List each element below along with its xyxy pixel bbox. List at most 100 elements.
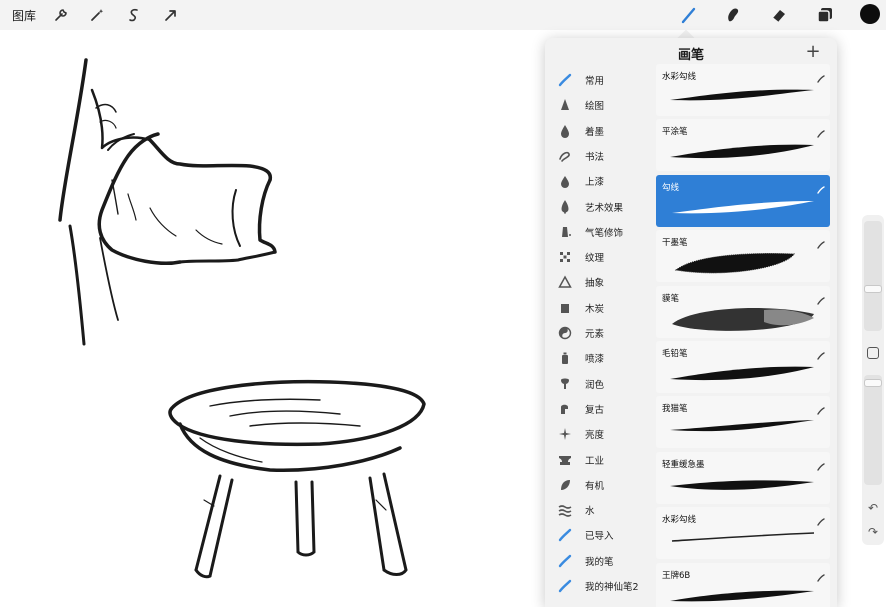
- brush-name: 貘笔: [662, 293, 680, 304]
- brush-stroke-icon: [817, 567, 825, 582]
- brush-category-item[interactable]: 木炭: [545, 296, 655, 320]
- brush-category-item[interactable]: 我的神仙笔2: [545, 574, 655, 598]
- brush-category-item[interactable]: 上漆: [545, 169, 655, 193]
- brush-category-item[interactable]: 气笔修饰: [545, 220, 655, 244]
- brush-category-item[interactable]: 元素: [545, 321, 655, 345]
- brush-stroke-preview: [670, 420, 814, 432]
- brush-category-label: 常用: [585, 76, 605, 87]
- brush-stroke-icon: [558, 554, 572, 568]
- brush-category-label: 水: [585, 506, 595, 518]
- brush-category-item[interactable]: 有机: [545, 473, 655, 497]
- waves-icon: [558, 503, 572, 517]
- artistic-icon: [558, 199, 572, 214]
- brush-category-item[interactable]: 纹理: [545, 245, 655, 269]
- brush-stroke-icon: [817, 179, 825, 194]
- add-brush-button[interactable]: +: [803, 42, 823, 62]
- brush-stroke-icon: [558, 528, 572, 542]
- brush-stroke-preview: [672, 200, 814, 214]
- brush-item[interactable]: 轻重缓急墨: [656, 451, 830, 504]
- brush-item[interactable]: 王牌6B: [656, 562, 830, 607]
- brush-stroke-icon: [817, 68, 825, 83]
- brush-name: 我猫笔: [662, 404, 688, 415]
- brush-category-item[interactable]: 亮度: [545, 422, 655, 446]
- brush-name: 水彩勾线: [662, 515, 697, 526]
- brush-category-item[interactable]: 复古: [545, 397, 655, 421]
- brush-name: 勾线: [662, 182, 680, 193]
- brush-stroke-preview: [672, 307, 814, 331]
- brush-category-item[interactable]: 着墨: [545, 119, 655, 143]
- brush-stroke-preview: [674, 253, 795, 274]
- selection-icon[interactable]: [123, 4, 145, 26]
- brush-item[interactable]: 貘笔: [656, 285, 830, 338]
- brush-category-item[interactable]: 喷漆: [545, 346, 655, 370]
- redo-button[interactable]: ↷: [866, 525, 880, 539]
- brush-stroke-icon: [817, 511, 825, 526]
- brush-stroke-preview: [671, 532, 815, 542]
- brush-category-label: 书法: [585, 151, 605, 163]
- brush-item[interactable]: 平涂笔: [656, 119, 830, 172]
- brush-category-item[interactable]: 书法: [545, 144, 655, 168]
- brush-item[interactable]: 毛铅笔: [656, 341, 830, 393]
- brush-category-item[interactable]: 抽象: [545, 270, 655, 294]
- brush-stroke-icon: [558, 73, 572, 87]
- brush-stroke-icon: [817, 345, 825, 360]
- brush-category-label: 我的笔: [585, 556, 614, 568]
- brush-category-item[interactable]: 常用: [545, 68, 655, 92]
- brush-name: 王牌6B: [662, 570, 691, 581]
- charcoal-icon: [558, 301, 572, 315]
- opacity-slider[interactable]: [864, 375, 882, 485]
- yin-yang-icon: [558, 326, 572, 340]
- layers-icon[interactable]: [812, 2, 838, 28]
- brush-category-label: 绘图: [585, 101, 605, 113]
- brush-stroke-preview: [670, 366, 814, 381]
- brush-category-label: 上漆: [585, 177, 605, 189]
- gallery-button[interactable]: 图库: [12, 7, 36, 24]
- brush-item[interactable]: 水彩勾线: [656, 64, 830, 116]
- brush-category-label: 抽象: [585, 278, 605, 290]
- color-picker-button[interactable]: [860, 4, 880, 24]
- brush-size-thumb[interactable]: [864, 285, 882, 293]
- brush-stroke-icon: [817, 456, 825, 471]
- brush-name: 毛铅笔: [662, 349, 688, 359]
- brush-category-item[interactable]: 绘图: [545, 93, 655, 117]
- smudge-icon[interactable]: [720, 2, 746, 28]
- brush-item[interactable]: 水彩勾线: [656, 507, 830, 560]
- brush-category-item[interactable]: 艺术效果: [545, 195, 655, 219]
- calligraphy-icon: [558, 149, 572, 163]
- paint-drop-icon: [558, 174, 572, 189]
- brush-stroke-preview: [670, 590, 814, 601]
- modify-button[interactable]: [867, 347, 879, 359]
- brush-category-item[interactable]: 工业: [545, 448, 655, 472]
- brush-stroke-icon: [817, 123, 825, 139]
- brush-library-panel: 画笔 + 常用绘图着墨书法上漆艺术效果 气笔修饰纹理抽象木炭元素喷漆润色复古 亮度工…: [545, 38, 837, 607]
- ink-drop-icon: [558, 124, 572, 138]
- brush-size-slider[interactable]: [864, 221, 882, 331]
- brush-stroke-icon: [817, 234, 825, 249]
- panel-title: 画笔: [677, 48, 704, 63]
- texture-icon: [558, 250, 572, 264]
- magic-wand-icon[interactable]: [86, 4, 108, 26]
- brush-category-label: 已导入: [585, 531, 614, 543]
- brush-category-item[interactable]: 我的笔: [545, 549, 655, 573]
- brush-category-item[interactable]: 水: [545, 498, 655, 522]
- brush-category-label: 润色: [585, 379, 605, 391]
- brush-item[interactable]: 我猫笔: [656, 396, 830, 449]
- brush-category-item[interactable]: 润色: [545, 372, 655, 396]
- wrench-icon[interactable]: [50, 4, 72, 26]
- brush-category-label: 工业: [585, 455, 605, 467]
- brush-category-item[interactable]: 已导入: [545, 523, 655, 547]
- brush-stroke-preview: [670, 145, 814, 159]
- brush-stroke-icon: [817, 290, 825, 305]
- brush-category-label: 元素: [585, 329, 605, 340]
- brush-name: 平涂笔: [662, 127, 688, 138]
- brush-category-label: 着墨: [585, 126, 605, 138]
- transform-arrow-icon[interactable]: [160, 4, 182, 26]
- brush-icon[interactable]: [676, 2, 702, 28]
- brush-item[interactable]: 干墨笔: [656, 230, 830, 283]
- brush-category-label: 纹理: [585, 253, 605, 265]
- opacity-thumb[interactable]: [864, 379, 882, 387]
- pencil-tip-icon: [558, 98, 572, 112]
- undo-button[interactable]: ↶: [866, 501, 880, 515]
- brush-item[interactable]: 勾线: [656, 174, 830, 227]
- eraser-icon[interactable]: [766, 2, 792, 28]
